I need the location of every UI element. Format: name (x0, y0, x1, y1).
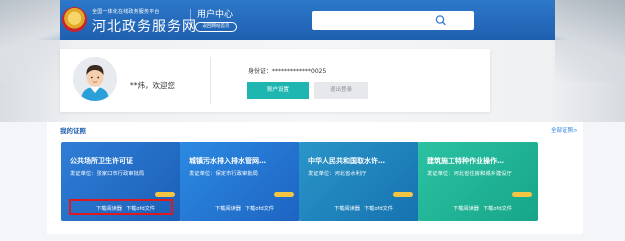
profile-divider (210, 57, 211, 104)
certificate-title: 建筑施工特种作业操作… (427, 157, 504, 165)
back-home-button[interactable]: 返回网站首页 (195, 22, 237, 32)
certificate-badge (155, 192, 175, 197)
user-center-title: 用户中心 (197, 10, 234, 20)
section-title-my-certificates: 我的证照 (60, 127, 86, 135)
certificate-card[interactable]: 城镇污水排入排水管网… 发证单位：保定市行政审批局 下载阅读器 下载ofd文件 (180, 142, 300, 221)
certificate-issuer: 发证单位：张家口市行政审批局 (70, 171, 145, 177)
search-icon[interactable] (432, 13, 450, 28)
certificate-badge (393, 192, 413, 197)
certificate-badge (512, 192, 532, 197)
certificate-badge (274, 192, 294, 197)
welcome-message: **炜，欢迎您 (130, 81, 175, 90)
certificate-title: 公共场所卫生许可证 (70, 157, 133, 165)
account-settings-button[interactable]: 账户设置 (247, 82, 309, 99)
header-divider (190, 9, 191, 31)
download-ofd-link[interactable]: 下载ofd文件 (245, 206, 274, 212)
certificate-title: 城镇污水排入排水管网… (189, 157, 266, 165)
download-reader-link[interactable]: 下载阅读器 (334, 206, 360, 212)
all-certificates-link[interactable]: 全部证照> (551, 126, 578, 134)
profile-card (60, 49, 490, 112)
download-reader-link[interactable]: 下载阅读器 (215, 206, 241, 212)
download-ofd-link[interactable]: 下载ofd文件 (364, 206, 393, 212)
site-brand-name[interactable]: 河北政务服务网 (92, 16, 197, 36)
certificate-card[interactable]: 建筑施工特种作业操作… 发证单位：河北省住房和城乡建设厅 下载阅读器 下载ofd文… (418, 142, 538, 221)
certificate-issuer: 发证单位：河北省住房和城乡建设厅 (427, 171, 512, 177)
certificate-issuer: 发证单位：保定市行政审批局 (189, 171, 258, 177)
user-avatar-icon (73, 57, 117, 101)
logout-button[interactable]: 退出登录 (314, 82, 368, 99)
national-emblem-icon (62, 7, 87, 32)
download-reader-link[interactable]: 下载阅读器 (453, 206, 479, 212)
hero-right-scenery (555, 0, 625, 82)
certificate-card[interactable]: 中华人民共和国取水许… 发证单位：河北省水利厅 下载阅读器 下载ofd文件 (299, 142, 419, 221)
certificate-issuer: 发证单位：河北省水利厅 (308, 171, 367, 177)
id-card-number: 身份证：*************0025 (248, 68, 327, 75)
certificate-title: 中华人民共和国取水许… (308, 157, 385, 165)
hero-left-scenery (0, 0, 60, 82)
download-ofd-link[interactable]: 下载ofd文件 (483, 206, 512, 212)
download-links-highlight (69, 199, 173, 215)
platform-subtitle: 全国一体化在线政务服务平台 (92, 9, 160, 15)
